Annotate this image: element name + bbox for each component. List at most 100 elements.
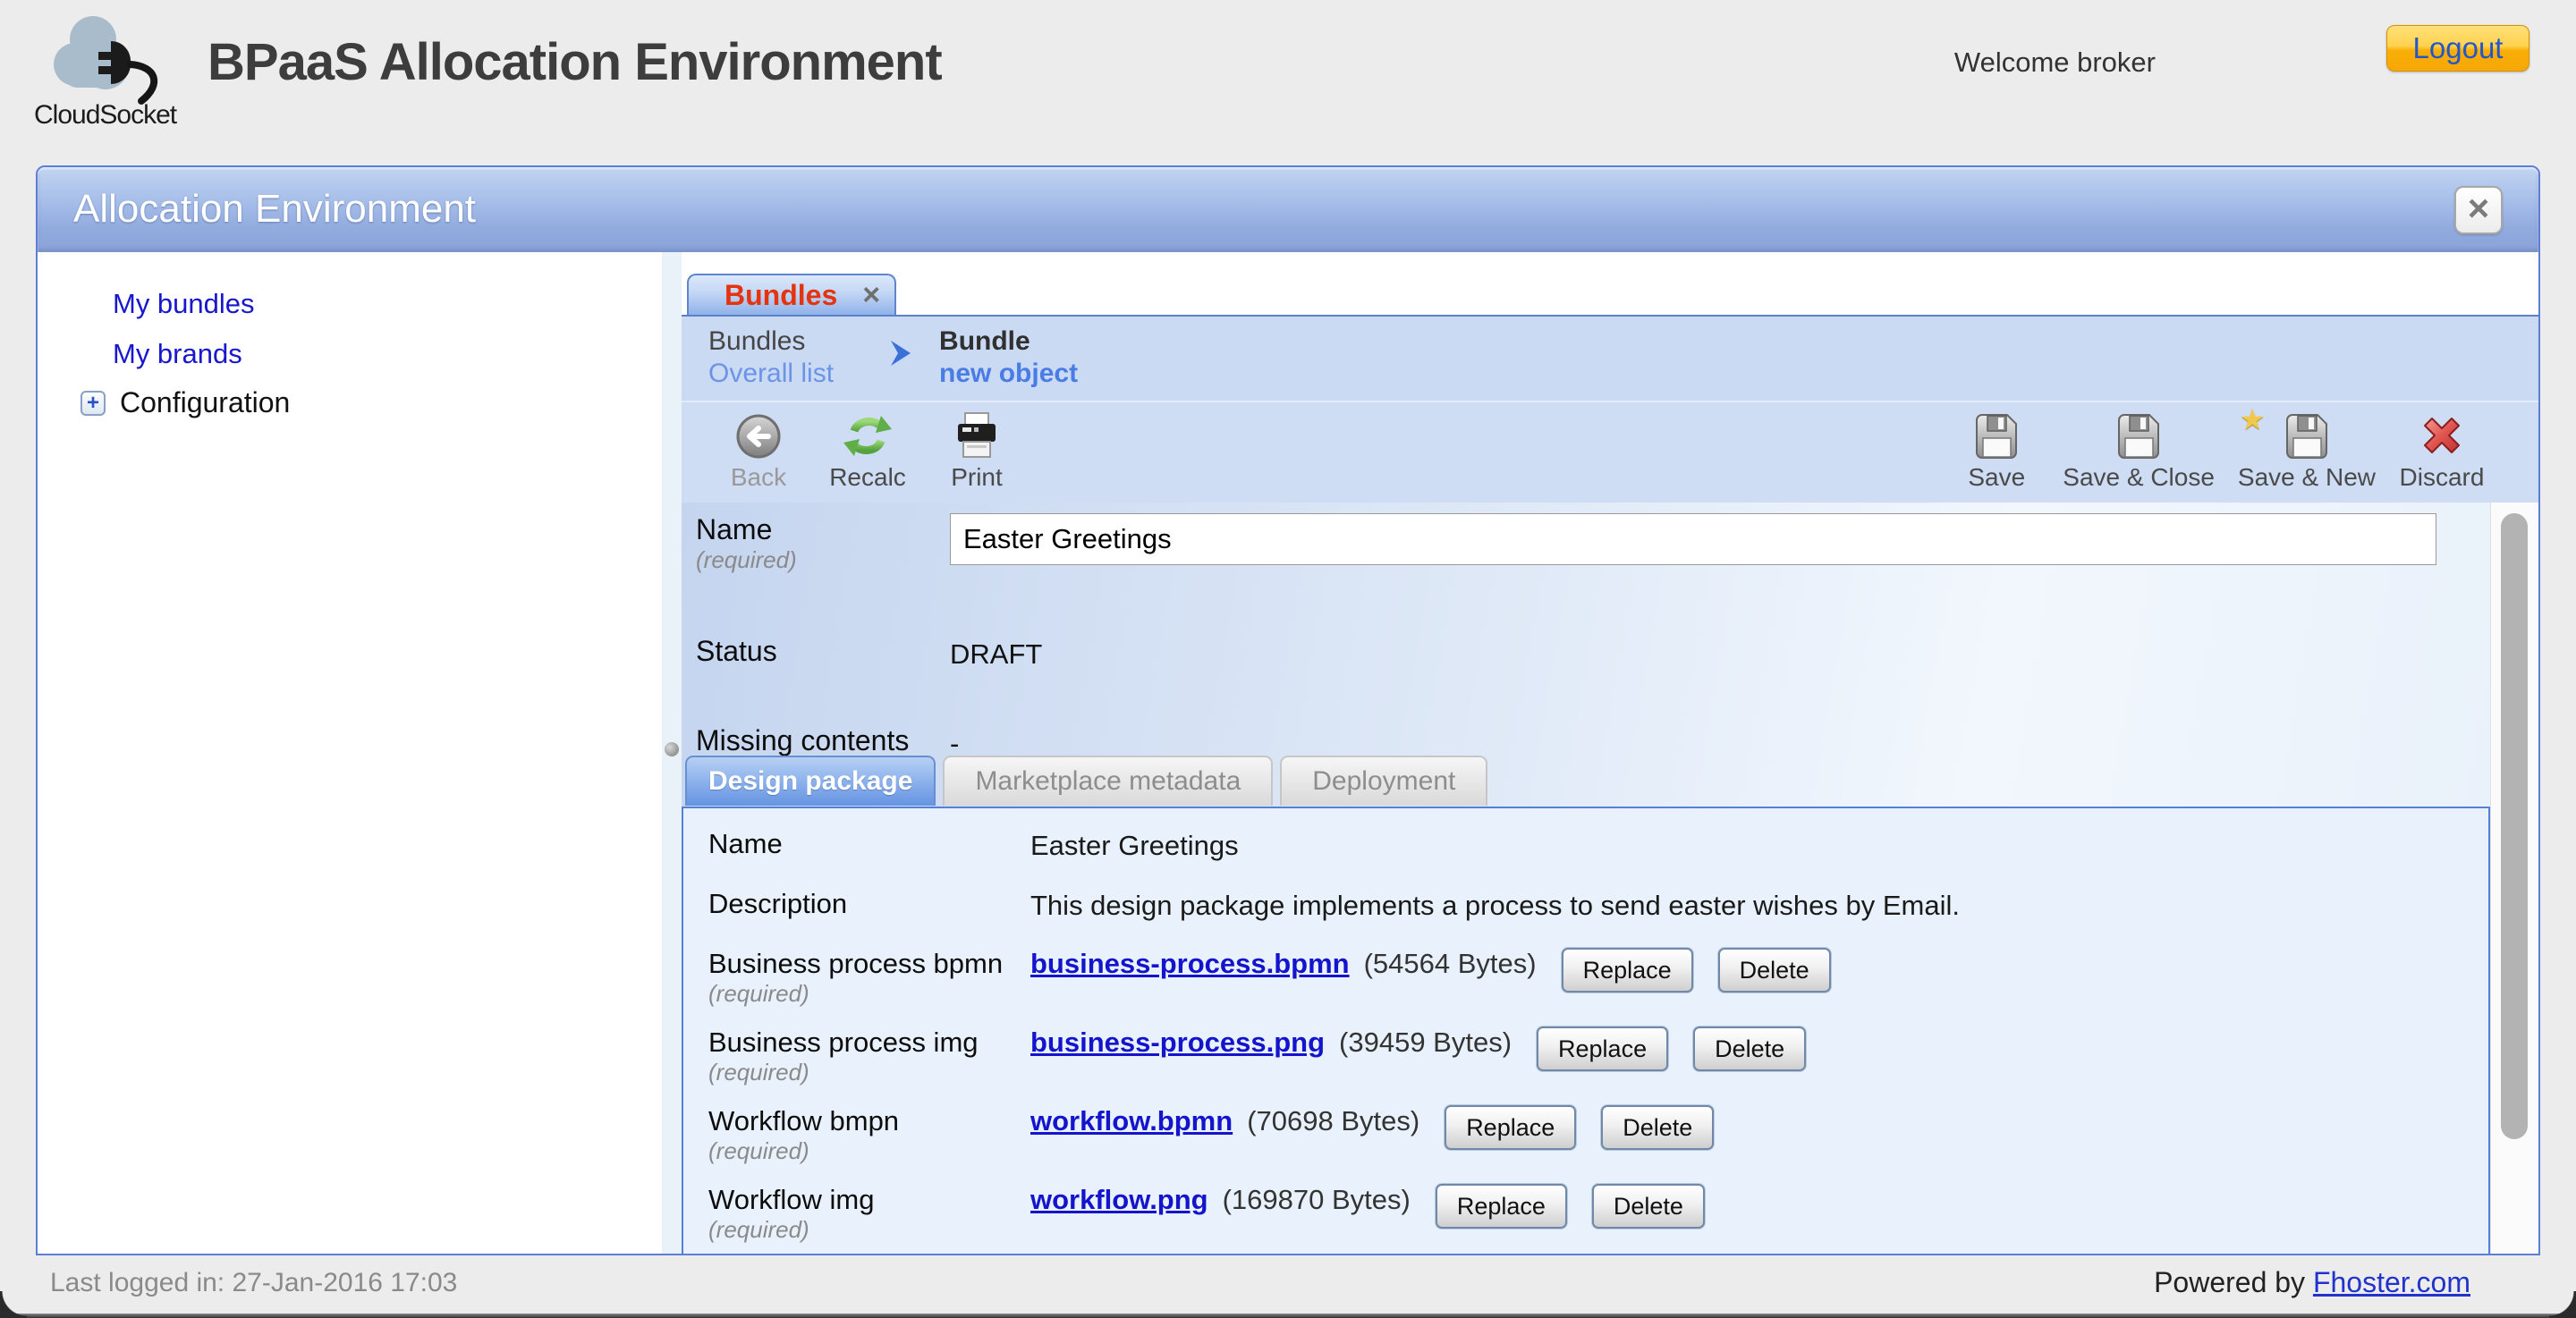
splitter[interactable] [662, 252, 682, 1254]
save-and-new-label: Save & New [2238, 463, 2376, 492]
close-icon: × [2468, 187, 2490, 229]
panel-row-name: Name Easter Greetings [683, 828, 2488, 888]
fhoster-link[interactable]: Fhoster.com [2313, 1266, 2470, 1298]
back-arrow-icon [733, 411, 784, 461]
file-row-label: Business process bpmn [708, 948, 1030, 980]
file-size: (70698 Bytes) [1247, 1105, 1419, 1137]
status-field-label: Status [696, 635, 950, 668]
cloud-plug-icon [41, 9, 211, 107]
powered-by-label: Powered by [2154, 1266, 2305, 1298]
expand-plus-icon[interactable]: + [80, 391, 106, 416]
page-header: CloudSocket BPaaS Allocation Environment… [0, 0, 2576, 165]
save-and-close-label: Save & Close [2063, 463, 2215, 492]
window-close-button[interactable]: × [2454, 186, 2503, 234]
welcome-text: Welcome broker [1954, 46, 2156, 79]
name-field-label: Name [696, 513, 950, 546]
discard-label: Discard [2400, 463, 2485, 492]
app-title: BPaaS Allocation Environment [208, 32, 942, 92]
save-button[interactable]: Save [1953, 411, 2039, 492]
file-required-note: (required) [708, 980, 1030, 1008]
delete-button[interactable]: Delete [1601, 1105, 1714, 1150]
missing-contents-value: - [950, 724, 959, 760]
dp-name-label: Name [708, 828, 1030, 860]
file-size: (39459 Bytes) [1339, 1027, 1512, 1059]
file-row-label: Workflow img [708, 1184, 1030, 1216]
discard-button[interactable]: Discard [2399, 411, 2485, 492]
dp-name-value: Easter Greetings [1030, 828, 1239, 888]
back-button[interactable]: Back [716, 411, 801, 492]
tab-marketplace-metadata[interactable]: Marketplace metadata [943, 756, 1273, 806]
breadcrumb-target-subtitle: new object [939, 358, 1078, 390]
design-package-panel: Name Easter Greetings Description This d… [682, 807, 2490, 1254]
file-link[interactable]: business-process.bpmn [1030, 948, 1350, 980]
panel-row-description: Description This design package implemen… [683, 888, 2488, 948]
floppy-save-close-icon [2114, 411, 2164, 461]
panel-row-workflow-bpmn: Workflow bmpn (required) workflow.bpmn (… [683, 1105, 2488, 1184]
window-bottom-edge [0, 1314, 2576, 1318]
save-label: Save [1968, 463, 2025, 492]
save-and-new-button[interactable]: ★ Save & New [2238, 411, 2376, 492]
tab-design-package[interactable]: Design package [685, 756, 936, 806]
tab-bundles[interactable]: Bundles × [687, 274, 896, 315]
tab-bundles-label: Bundles [724, 279, 837, 312]
app-root: CloudSocket BPaaS Allocation Environment… [0, 0, 2576, 1318]
print-label: Print [951, 463, 1003, 492]
status-value: DRAFT [950, 635, 1042, 671]
file-link[interactable]: business-process.png [1030, 1027, 1325, 1059]
bottom-left-corner [0, 1291, 27, 1318]
replace-button[interactable]: Replace [1436, 1184, 1567, 1229]
toolbar-right-group: Save Save & Close ★ Save & New [1953, 411, 2485, 492]
panel-row-business-process-bpmn: Business process bpmn (required) busines… [683, 948, 2488, 1027]
window-title: Allocation Environment [73, 187, 476, 232]
dp-description-value: This design package implements a process… [1030, 888, 1960, 948]
back-label: Back [731, 463, 786, 492]
toolbar: Back Recalc Print [682, 401, 2538, 503]
sidebar-item-label: Configuration [120, 386, 290, 419]
floppy-save-icon [1971, 411, 2021, 461]
last-login-text: Last logged in: 27-Jan-2016 17:03 [50, 1268, 457, 1298]
splitter-handle-icon[interactable] [665, 742, 679, 756]
file-size: (54564 Bytes) [1364, 948, 1537, 980]
sidebar-item-configuration[interactable]: + Configuration [80, 386, 662, 419]
replace-button[interactable]: Replace [1537, 1027, 1668, 1071]
delete-button[interactable]: Delete [1718, 948, 1831, 993]
sidebar-item-my-bundles[interactable]: My bundles [113, 286, 662, 322]
bottom-right-corner [2549, 1291, 2576, 1318]
file-size: (169870 Bytes) [1223, 1184, 1411, 1216]
tab-close-icon[interactable]: × [862, 282, 880, 308]
tab-deployment[interactable]: Deployment [1280, 756, 1487, 806]
printer-icon [952, 411, 1002, 461]
vertical-scrollbar[interactable] [2490, 503, 2538, 1254]
sidebar: My bundles My brands + Configuration [38, 252, 662, 1254]
file-link[interactable]: workflow.bpmn [1030, 1105, 1233, 1137]
sidebar-item-my-brands[interactable]: My brands [113, 336, 662, 372]
file-required-note: (required) [708, 1216, 1030, 1244]
recalc-button[interactable]: Recalc [825, 411, 911, 492]
chevron-right-icon [886, 338, 916, 368]
window-titlebar: Allocation Environment × [38, 167, 2538, 252]
panel-row-workflow-img: Workflow img (required) workflow.png (16… [683, 1184, 2488, 1254]
content-area: Bundles × Bundles Overall list Bundle ne… [682, 252, 2538, 1254]
breadcrumb-source-title: Bundles [708, 325, 834, 358]
panel-row-business-process-img: Business process img (required) business… [683, 1027, 2488, 1105]
save-and-close-button[interactable]: Save & Close [2063, 411, 2215, 492]
missing-contents-label: Missing contents [696, 724, 950, 757]
replace-button[interactable]: Replace [1445, 1105, 1576, 1150]
name-input[interactable] [950, 513, 2436, 565]
delete-button[interactable]: Delete [1592, 1184, 1705, 1229]
powered-by-text: Powered by Fhoster.com [2154, 1266, 2470, 1299]
file-required-note: (required) [708, 1137, 1030, 1165]
replace-button[interactable]: Replace [1562, 948, 1693, 993]
print-button[interactable]: Print [934, 411, 1020, 492]
file-link[interactable]: workflow.png [1030, 1184, 1208, 1216]
allocation-environment-window: Allocation Environment × My bundles My b… [36, 165, 2540, 1255]
recalc-label: Recalc [829, 463, 906, 492]
scrollbar-thumb[interactable] [2501, 513, 2528, 1139]
window-body: My bundles My brands + Configuration Bun… [38, 252, 2538, 1254]
file-required-note: (required) [708, 1059, 1030, 1086]
dp-description-label: Description [708, 888, 1030, 920]
breadcrumb-source-link[interactable]: Overall list [708, 358, 834, 390]
delete-button[interactable]: Delete [1693, 1027, 1806, 1071]
breadcrumb-target-title: Bundle [939, 325, 1078, 358]
logout-button[interactable]: Logout [2386, 25, 2529, 72]
